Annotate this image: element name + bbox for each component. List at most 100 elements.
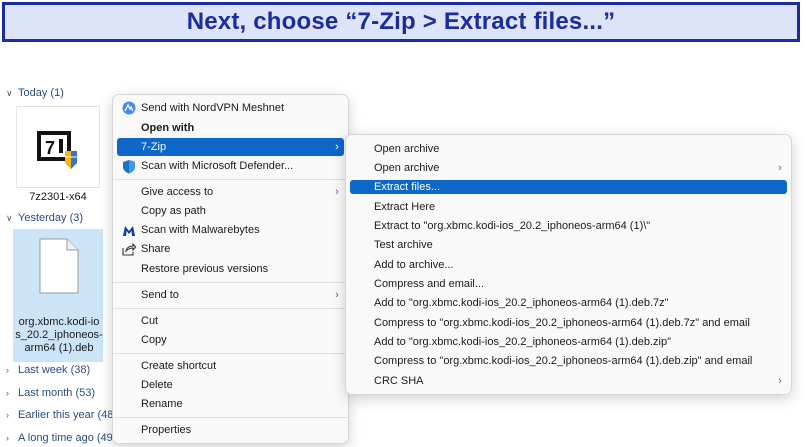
zip-item-add-to-zip[interactable]: Add to "org.xbmc.kodi-ios_20.2_iphoneos-… xyxy=(350,333,787,351)
context-menu: Send with NordVPN Meshnet Open with 7-Zi… xyxy=(112,94,349,444)
menu-item-open-with[interactable]: Open with xyxy=(117,119,344,137)
menu-label: Create shortcut xyxy=(141,360,217,372)
file-tile-7z-installer[interactable]: 7 xyxy=(16,106,100,188)
menu-separator xyxy=(113,282,348,283)
menu-label: 7-Zip xyxy=(141,141,167,153)
chevron-right-icon: › xyxy=(778,375,782,387)
group-label-last-month: Last month (53) xyxy=(18,387,96,399)
defender-shield-icon xyxy=(117,159,141,174)
menu-label: CRC SHA xyxy=(374,375,424,387)
zip-item-extract-files[interactable]: Extract files... xyxy=(350,180,787,194)
menu-label: Compress to "org.xbmc.kodi-ios_20.2_ipho… xyxy=(374,317,750,329)
zip-item-test-archive[interactable]: Test archive xyxy=(350,236,787,254)
menu-label: Add to archive... xyxy=(374,259,454,271)
banner-text: Next, choose “7-Zip > Extract files...” xyxy=(186,8,616,35)
menu-separator xyxy=(113,417,348,418)
file-name-installer: 7z2301-x64 xyxy=(29,191,87,203)
menu-label: Cut xyxy=(141,315,159,327)
menu-label: Extract to "org.xbmc.kodi-ios_20.2_iphon… xyxy=(374,220,651,232)
menu-item-share[interactable]: Share xyxy=(117,240,344,258)
7zip-app-icon: 7 xyxy=(37,131,77,169)
menu-item-nordvpn[interactable]: Send with NordVPN Meshnet xyxy=(117,99,344,117)
menu-item-scan-defender[interactable]: Scan with Microsoft Defender... xyxy=(117,157,344,175)
menu-label: Open with xyxy=(141,122,195,134)
menu-item-rename[interactable]: Rename xyxy=(117,395,344,413)
menu-label: Copy as path xyxy=(141,205,206,217)
zip-item-open-archive[interactable]: Open archive xyxy=(350,140,787,158)
malwarebytes-icon xyxy=(117,224,141,237)
menu-label: Compress to "org.xbmc.kodi-ios_20.2_ipho… xyxy=(374,355,753,367)
zip-item-extract-here[interactable]: Extract Here xyxy=(350,198,787,216)
menu-item-restore-versions[interactable]: Restore previous versions xyxy=(117,260,344,278)
group-label-long-ago: A long time ago (49 xyxy=(18,432,113,444)
group-header-earlier-year[interactable]: › Earlier this year (488 xyxy=(6,409,120,421)
menu-separator xyxy=(113,308,348,309)
group-header-last-month[interactable]: › Last month (53) xyxy=(6,387,95,399)
menu-label: Test archive xyxy=(374,239,433,251)
chevron-down-icon: ∨ xyxy=(6,212,13,223)
chevron-down-icon: ∨ xyxy=(6,87,13,98)
group-header-today[interactable]: ∨ Today (1) xyxy=(6,87,64,99)
group-label-today: Today (1) xyxy=(18,87,64,99)
menu-label: Send with NordVPN Meshnet xyxy=(141,102,285,114)
chevron-right-icon: › xyxy=(335,141,339,153)
file-name-deb-line3: arm64 (1).deb xyxy=(24,342,94,354)
zip-item-compress-email[interactable]: Compress and email... xyxy=(350,275,787,293)
zip-item-extract-to-folder[interactable]: Extract to "org.xbmc.kodi-ios_20.2_iphon… xyxy=(350,217,787,235)
group-header-last-week[interactable]: › Last week (38) xyxy=(6,364,90,376)
menu-label: Share xyxy=(141,243,171,255)
group-header-yesterday[interactable]: ∨ Yesterday (3) xyxy=(6,212,83,224)
menu-label: Extract files... xyxy=(374,181,441,193)
menu-item-scan-malwarebytes[interactable]: Scan with Malwarebytes xyxy=(117,221,344,239)
7zip-submenu: Open archive Open archive › Extract file… xyxy=(345,134,792,395)
zip-item-crc-sha[interactable]: CRC SHA › xyxy=(350,372,787,390)
menu-item-7zip[interactable]: 7-Zip › xyxy=(117,138,344,156)
menu-item-copy[interactable]: Copy xyxy=(117,331,344,349)
chevron-right-icon: › xyxy=(6,433,9,443)
menu-label: Send to xyxy=(141,289,179,301)
menu-item-cut[interactable]: Cut xyxy=(117,312,344,330)
menu-item-properties[interactable]: Properties xyxy=(117,421,344,439)
chevron-right-icon: › xyxy=(6,365,9,375)
menu-label: Open archive xyxy=(374,162,440,174)
document-file-icon xyxy=(39,238,79,294)
instruction-banner: Next, choose “7-Zip > Extract files...” xyxy=(2,2,800,42)
menu-label: Scan with Malwarebytes xyxy=(141,224,260,236)
group-label-earlier-year: Earlier this year (488 xyxy=(18,409,120,421)
chevron-right-icon: › xyxy=(335,289,339,301)
menu-label: Give access to xyxy=(141,186,214,198)
group-header-long-ago[interactable]: › A long time ago (49 xyxy=(6,432,113,444)
zip-item-add-to-archive[interactable]: Add to archive... xyxy=(350,256,787,274)
file-name-deb: org.xbmc.kodi-io s_20.2_iphoneos- arm64 … xyxy=(14,316,104,355)
zip-item-add-to-7z[interactable]: Add to "org.xbmc.kodi-ios_20.2_iphoneos-… xyxy=(350,294,787,312)
svg-text:7: 7 xyxy=(45,138,55,158)
menu-label: Rename xyxy=(141,398,183,410)
file-tile-deb-selected[interactable]: org.xbmc.kodi-io s_20.2_iphoneos- arm64 … xyxy=(13,229,103,362)
menu-item-send-to[interactable]: Send to › xyxy=(117,286,344,304)
nordvpn-icon xyxy=(117,101,141,115)
file-name-deb-line1: org.xbmc.kodi-io xyxy=(18,316,100,328)
menu-label: Open archive xyxy=(374,143,440,155)
menu-separator xyxy=(113,179,348,180)
menu-separator xyxy=(113,353,348,354)
chevron-right-icon: › xyxy=(6,410,9,420)
zip-item-compress-7z-email[interactable]: Compress to "org.xbmc.kodi-ios_20.2_ipho… xyxy=(350,314,787,332)
menu-item-delete[interactable]: Delete xyxy=(117,376,344,394)
menu-item-give-access[interactable]: Give access to › xyxy=(117,183,344,201)
menu-label: Delete xyxy=(141,379,173,391)
group-label-yesterday: Yesterday (3) xyxy=(18,212,84,224)
zip-item-compress-zip-email[interactable]: Compress to "org.xbmc.kodi-ios_20.2_ipho… xyxy=(350,352,787,370)
menu-label: Restore previous versions xyxy=(141,263,269,275)
share-icon xyxy=(117,242,141,256)
chevron-right-icon: › xyxy=(335,186,339,198)
chevron-right-icon: › xyxy=(778,162,782,174)
menu-item-copy-as-path[interactable]: Copy as path xyxy=(117,202,344,220)
menu-label: Scan with Microsoft Defender... xyxy=(141,160,294,172)
menu-label: Properties xyxy=(141,424,192,436)
group-label-last-week: Last week (38) xyxy=(18,364,91,376)
chevron-right-icon: › xyxy=(6,388,9,398)
menu-item-create-shortcut[interactable]: Create shortcut xyxy=(117,357,344,375)
file-name-deb-line2: s_20.2_iphoneos- xyxy=(15,329,103,341)
menu-label: Copy xyxy=(141,334,167,346)
zip-item-open-archive-sub[interactable]: Open archive › xyxy=(350,159,787,177)
